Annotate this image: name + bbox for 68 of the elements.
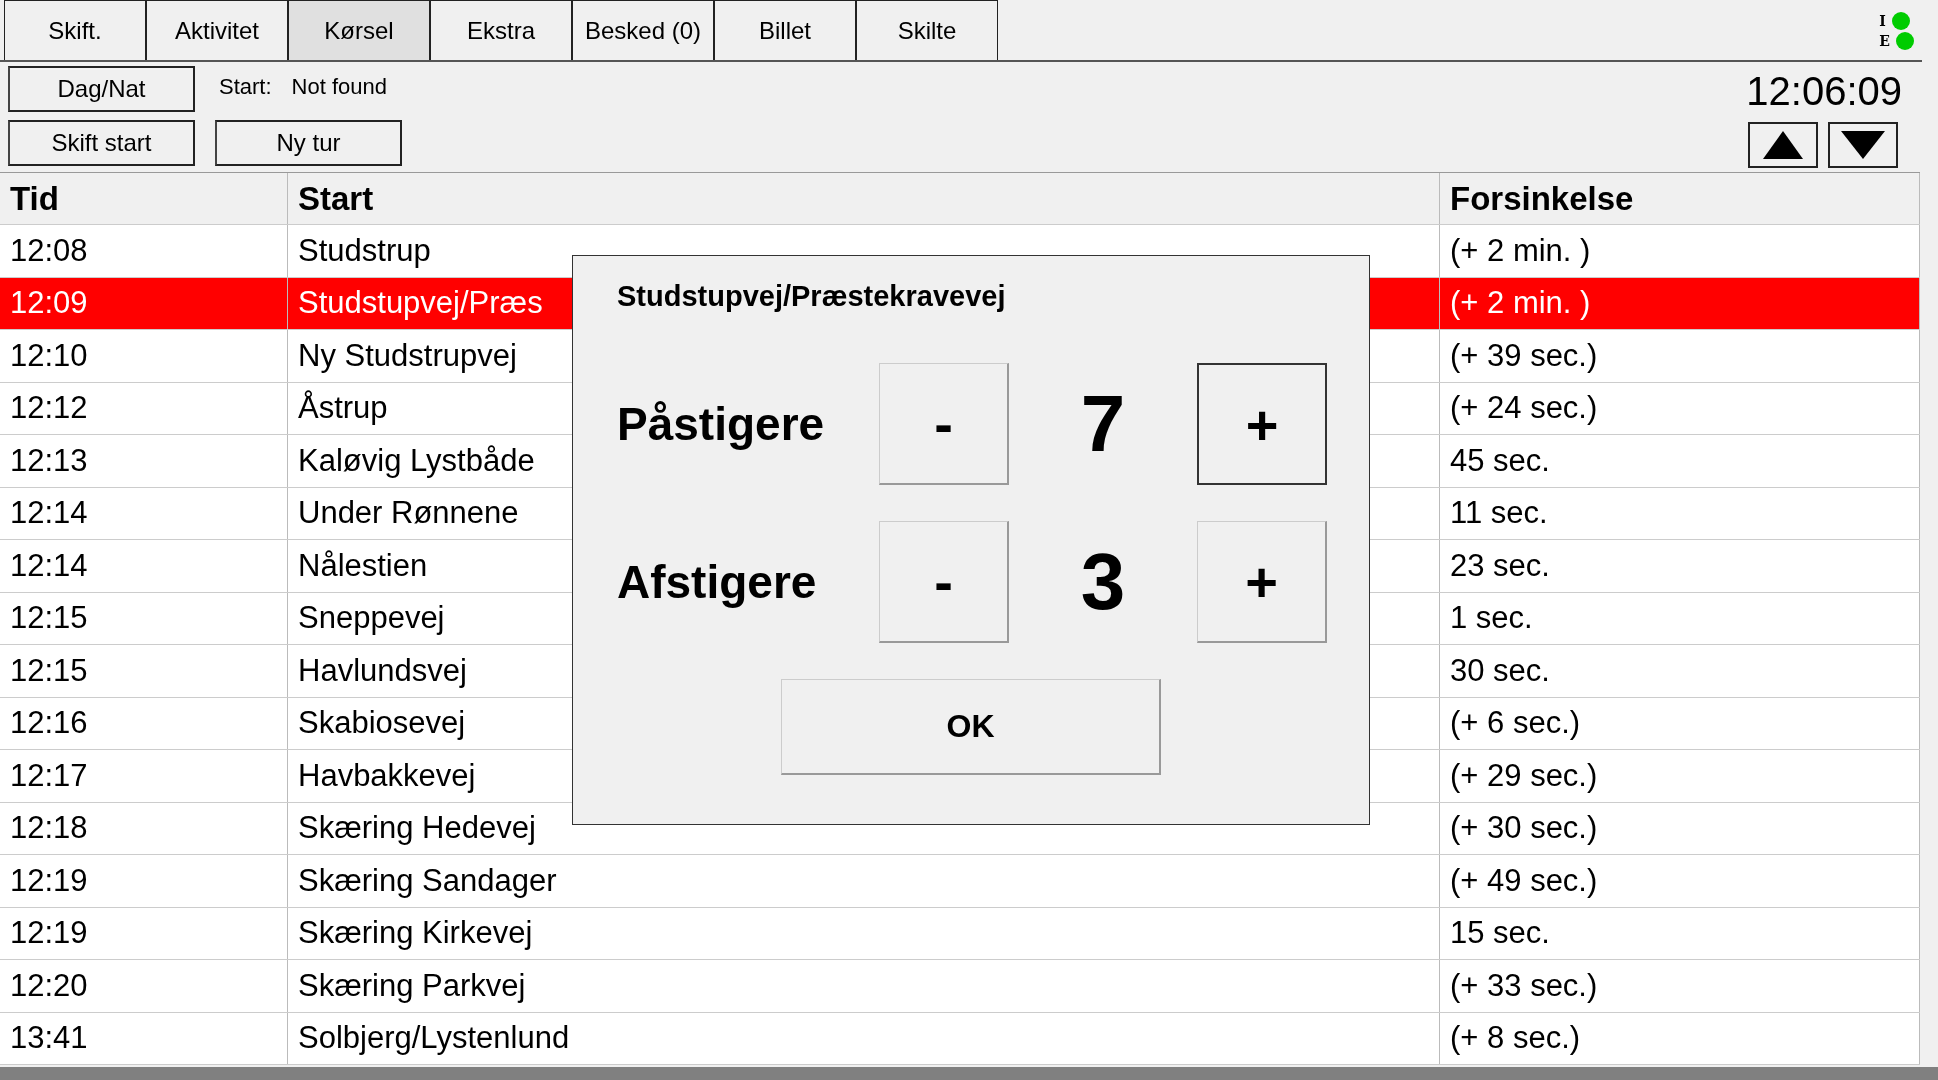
time-cell: 12:09 [0, 277, 288, 329]
time-cell: 12:16 [0, 697, 288, 749]
minus-button[interactable]: - [879, 521, 1009, 643]
time-cell: 12:15 [0, 645, 288, 697]
time-cell: 12:14 [0, 540, 288, 592]
start-label: Start: [219, 73, 272, 100]
time-cell: 12:13 [0, 435, 288, 487]
column-header: Tid [0, 173, 288, 224]
minus-button[interactable]: - [879, 363, 1009, 485]
up-triangle-icon [1763, 131, 1803, 159]
table-row[interactable]: 12:19 Skæring Kirkevej 15 sec. [0, 907, 1920, 960]
delay-cell: (+ 2 min. ) [1440, 225, 1920, 277]
time-cell: 12:12 [0, 382, 288, 434]
delay-cell: 23 sec. [1440, 540, 1920, 592]
time-cell: 12:17 [0, 750, 288, 802]
time-cell: 12:18 [0, 802, 288, 854]
delay-cell: 15 sec. [1440, 907, 1920, 959]
table-row[interactable]: 12:20 Skæring Parkvej (+ 33 sec.) [0, 960, 1920, 1013]
time-cell: 12:15 [0, 592, 288, 644]
delay-cell: (+ 2 min. ) [1440, 277, 1920, 329]
stop-cell: Solbjerg/Lystenlund [288, 1012, 1440, 1064]
column-header: Start [288, 173, 1440, 224]
indicator-label: E [1879, 33, 1890, 49]
time-cell: 12:19 [0, 907, 288, 959]
tab[interactable]: Skilte [856, 0, 998, 60]
new-trip-button[interactable]: Ny tur [215, 120, 402, 166]
tab[interactable]: Billet [714, 0, 856, 60]
delay-cell: (+ 6 sec.) [1440, 697, 1920, 749]
delay-cell: (+ 39 sec.) [1440, 330, 1920, 382]
time-cell: 12:14 [0, 487, 288, 539]
delay-cell: (+ 33 sec.) [1440, 960, 1920, 1012]
stop-cell: Skæring Sandager [288, 855, 1440, 907]
plus-button[interactable]: + [1197, 363, 1327, 485]
delay-cell: (+ 8 sec.) [1440, 1012, 1920, 1064]
tab[interactable]: Kørsel [288, 0, 430, 60]
tab[interactable]: Ekstra [430, 0, 572, 60]
tab[interactable]: Besked (0) [572, 0, 714, 60]
day-night-button[interactable]: Dag/Nat [8, 66, 195, 112]
time-cell: 13:41 [0, 1012, 288, 1064]
table-row[interactable]: 13:41 Solbjerg/Lystenlund (+ 8 sec.) [0, 1012, 1920, 1065]
dialog-title: Studstupvej/Præstekravevej [617, 280, 1007, 313]
delay-cell: (+ 30 sec.) [1440, 802, 1920, 854]
plus-button[interactable]: + [1197, 521, 1327, 643]
delay-cell: 30 sec. [1440, 645, 1920, 697]
delay-cell: 1 sec. [1440, 592, 1920, 644]
tab[interactable]: Aktivitet [146, 0, 288, 60]
clock: 12:06:09 [1746, 68, 1902, 115]
tab[interactable]: Skift. [4, 0, 146, 60]
table-row[interactable]: 12:19 Skæring Sandager (+ 49 sec.) [0, 855, 1920, 908]
time-cell: 12:20 [0, 960, 288, 1012]
indicator-label: I [1879, 13, 1886, 29]
column-header: Forsinkelse [1440, 173, 1920, 224]
stop-cell: Skæring Parkvej [288, 960, 1440, 1012]
shift-start-button[interactable]: Skift start [8, 120, 195, 166]
time-cell: 12:08 [0, 225, 288, 277]
delay-cell: (+ 24 sec.) [1440, 382, 1920, 434]
delay-cell: (+ 49 sec.) [1440, 855, 1920, 907]
down-triangle-icon [1841, 131, 1885, 159]
ok-button[interactable]: OK [781, 679, 1161, 775]
stop-cell: Skæring Kirkevej [288, 907, 1440, 959]
start-value: Not found [291, 73, 387, 100]
delay-cell: 45 sec. [1440, 435, 1920, 487]
time-cell: 12:10 [0, 330, 288, 382]
delay-cell: (+ 29 sec.) [1440, 750, 1920, 802]
delay-cell: 11 sec. [1440, 487, 1920, 539]
scroll-down-button[interactable] [1828, 122, 1898, 168]
scroll-up-button[interactable] [1748, 122, 1818, 168]
time-cell: 12:19 [0, 855, 288, 907]
